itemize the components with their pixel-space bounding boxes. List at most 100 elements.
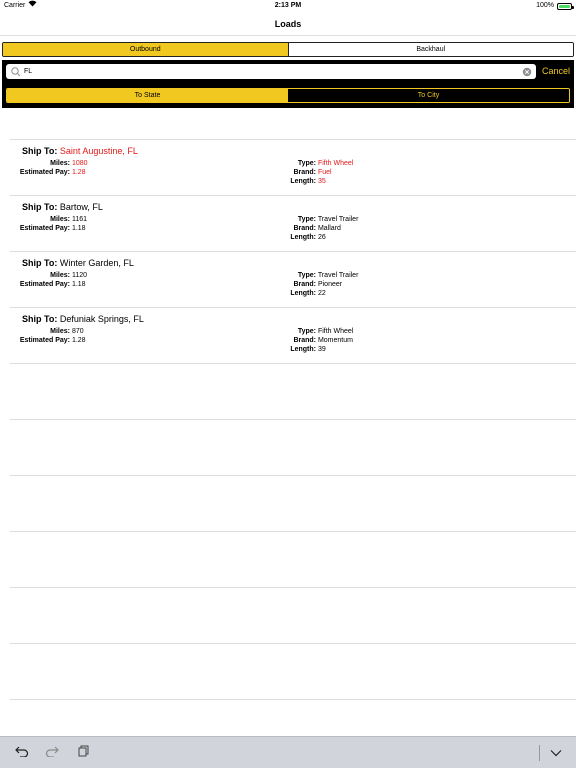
tab-outbound[interactable]: Outbound [3, 43, 288, 56]
ship-to-label: Ship To: [22, 202, 58, 212]
brand-field: Brand: Mallard [280, 224, 340, 233]
miles-label: Miles: [50, 328, 70, 335]
search-panel: Cancel To State To City [2, 60, 574, 108]
clear-search-icon[interactable] [522, 67, 532, 77]
battery-percent: 100% [536, 2, 554, 9]
type-label: Type: [297, 216, 316, 223]
estimated-pay-value: 1.28 [71, 337, 86, 344]
ship-to-value: Winter Garden, FL [59, 258, 134, 268]
type-value: Travel Trailer [317, 272, 359, 279]
length-label: Length: [290, 346, 316, 353]
type-value: Fifth Wheel [317, 328, 354, 335]
length-field: Length: 22 [280, 289, 326, 298]
search-icon [10, 66, 22, 78]
brand-label: Brand: [293, 337, 316, 344]
type-label: Type: [297, 272, 316, 279]
estimated-pay-value: 1.18 [71, 225, 86, 232]
undo-icon [15, 744, 29, 762]
ship-to: Ship To: Saint Augustine, FL [22, 146, 138, 156]
type-value: Fifth Wheel [317, 160, 354, 167]
estimated-pay-field: Estimated Pay: 1.28 [6, 168, 86, 177]
length-field: Length: 39 [280, 345, 325, 354]
estimated-pay-label: Estimated Pay: [19, 169, 70, 176]
miles-value: 1161 [71, 216, 88, 223]
search-input[interactable] [24, 65, 522, 78]
ship-to: Ship To: Winter Garden, FL [22, 258, 134, 268]
brand-field: Brand: Pioneer [280, 280, 342, 289]
status-bar: Carrier 2:13 PM 100% [0, 0, 576, 12]
paste-button[interactable] [76, 745, 92, 761]
type-field: Type: Fifth Wheel [280, 327, 354, 336]
estimated-pay-field: Estimated Pay: 1.18 [6, 224, 86, 233]
search-box[interactable] [6, 64, 536, 79]
miles-label: Miles: [50, 216, 70, 223]
ship-to: Ship To: Defuniak Springs, FL [22, 314, 144, 324]
brand-value: Pioneer [317, 281, 343, 288]
estimated-pay-field: Estimated Pay: 1.28 [6, 336, 86, 345]
keyboard-shortcut-bar [0, 736, 576, 768]
empty-row [10, 364, 576, 420]
type-value: Travel Trailer [317, 216, 359, 223]
tab-backhaul[interactable]: Backhaul [287, 43, 573, 56]
empty-row [10, 420, 576, 476]
load-row[interactable]: Ship To: Winter Garden, FL Miles: 1120 E… [10, 252, 576, 308]
empty-row [10, 476, 576, 532]
undo-button[interactable] [14, 745, 30, 761]
type-field: Type: Travel Trailer [280, 215, 359, 224]
load-row[interactable]: Ship To: Saint Augustine, FL Miles: 1080… [10, 140, 576, 196]
ship-to-value: Defuniak Springs, FL [59, 314, 144, 324]
empty-row [10, 532, 576, 588]
type-field: Type: Fifth Wheel [280, 159, 354, 168]
direction-segmented-control: Outbound Backhaul [2, 42, 574, 57]
length-field: Length: 35 [280, 177, 326, 186]
battery-tip [572, 5, 574, 9]
redo-button[interactable] [44, 745, 60, 761]
miles-value: 870 [71, 328, 84, 335]
tab-to-city[interactable]: To City [288, 89, 569, 102]
brand-field: Brand: Fuel [280, 168, 332, 177]
length-value: 35 [317, 178, 326, 185]
miles-value: 1120 [71, 272, 88, 279]
cancel-button[interactable]: Cancel [542, 64, 570, 79]
length-field: Length: 26 [280, 233, 326, 242]
battery-icon [557, 2, 574, 10]
battery-fill [559, 4, 570, 8]
miles-field: Miles: 1080 [6, 159, 88, 168]
ship-to-label: Ship To: [22, 258, 58, 268]
redo-icon [45, 744, 59, 762]
length-label: Length: [290, 290, 316, 297]
type-label: Type: [297, 160, 316, 167]
type-label: Type: [297, 328, 316, 335]
estimated-pay-value: 1.18 [71, 281, 86, 288]
ship-to-label: Ship To: [22, 146, 58, 156]
empty-row [10, 588, 576, 644]
miles-label: Miles: [50, 160, 70, 167]
status-time: 2:13 PM [274, 2, 302, 9]
filter-segmented-control: To State To City [6, 88, 570, 103]
load-row[interactable]: Ship To: Bartow, FL Miles: 1161 Estimate… [10, 196, 576, 252]
ship-to-value: Saint Augustine, FL [59, 146, 138, 156]
paste-icon [78, 744, 90, 762]
miles-field: Miles: 1161 [6, 215, 87, 224]
length-value: 26 [317, 234, 326, 241]
status-right: 100% [536, 0, 574, 12]
dismiss-keyboard-button[interactable] [548, 745, 564, 761]
load-row[interactable]: Ship To: Defuniak Springs, FL Miles: 870… [10, 308, 576, 364]
empty-row [10, 644, 576, 700]
type-field: Type: Travel Trailer [280, 271, 359, 280]
estimated-pay-label: Estimated Pay: [19, 281, 70, 288]
page-title: Loads [274, 19, 302, 29]
tab-to-state[interactable]: To State [7, 89, 288, 102]
brand-value: Fuel [317, 169, 332, 176]
brand-label: Brand: [293, 225, 316, 232]
app-screen: Carrier 2:13 PM 100% Loads Outbound Back… [0, 0, 576, 768]
estimated-pay-field: Estimated Pay: 1.18 [6, 280, 86, 289]
loads-list: Ship To: Saint Augustine, FL Miles: 1080… [0, 140, 576, 700]
estimated-pay-label: Estimated Pay: [19, 337, 70, 344]
miles-value: 1080 [71, 160, 88, 167]
length-value: 22 [317, 290, 326, 297]
ship-to-value: Bartow, FL [59, 202, 103, 212]
brand-value: Momentum [317, 337, 353, 344]
chevron-down-icon [550, 744, 562, 762]
brand-label: Brand: [293, 169, 316, 176]
